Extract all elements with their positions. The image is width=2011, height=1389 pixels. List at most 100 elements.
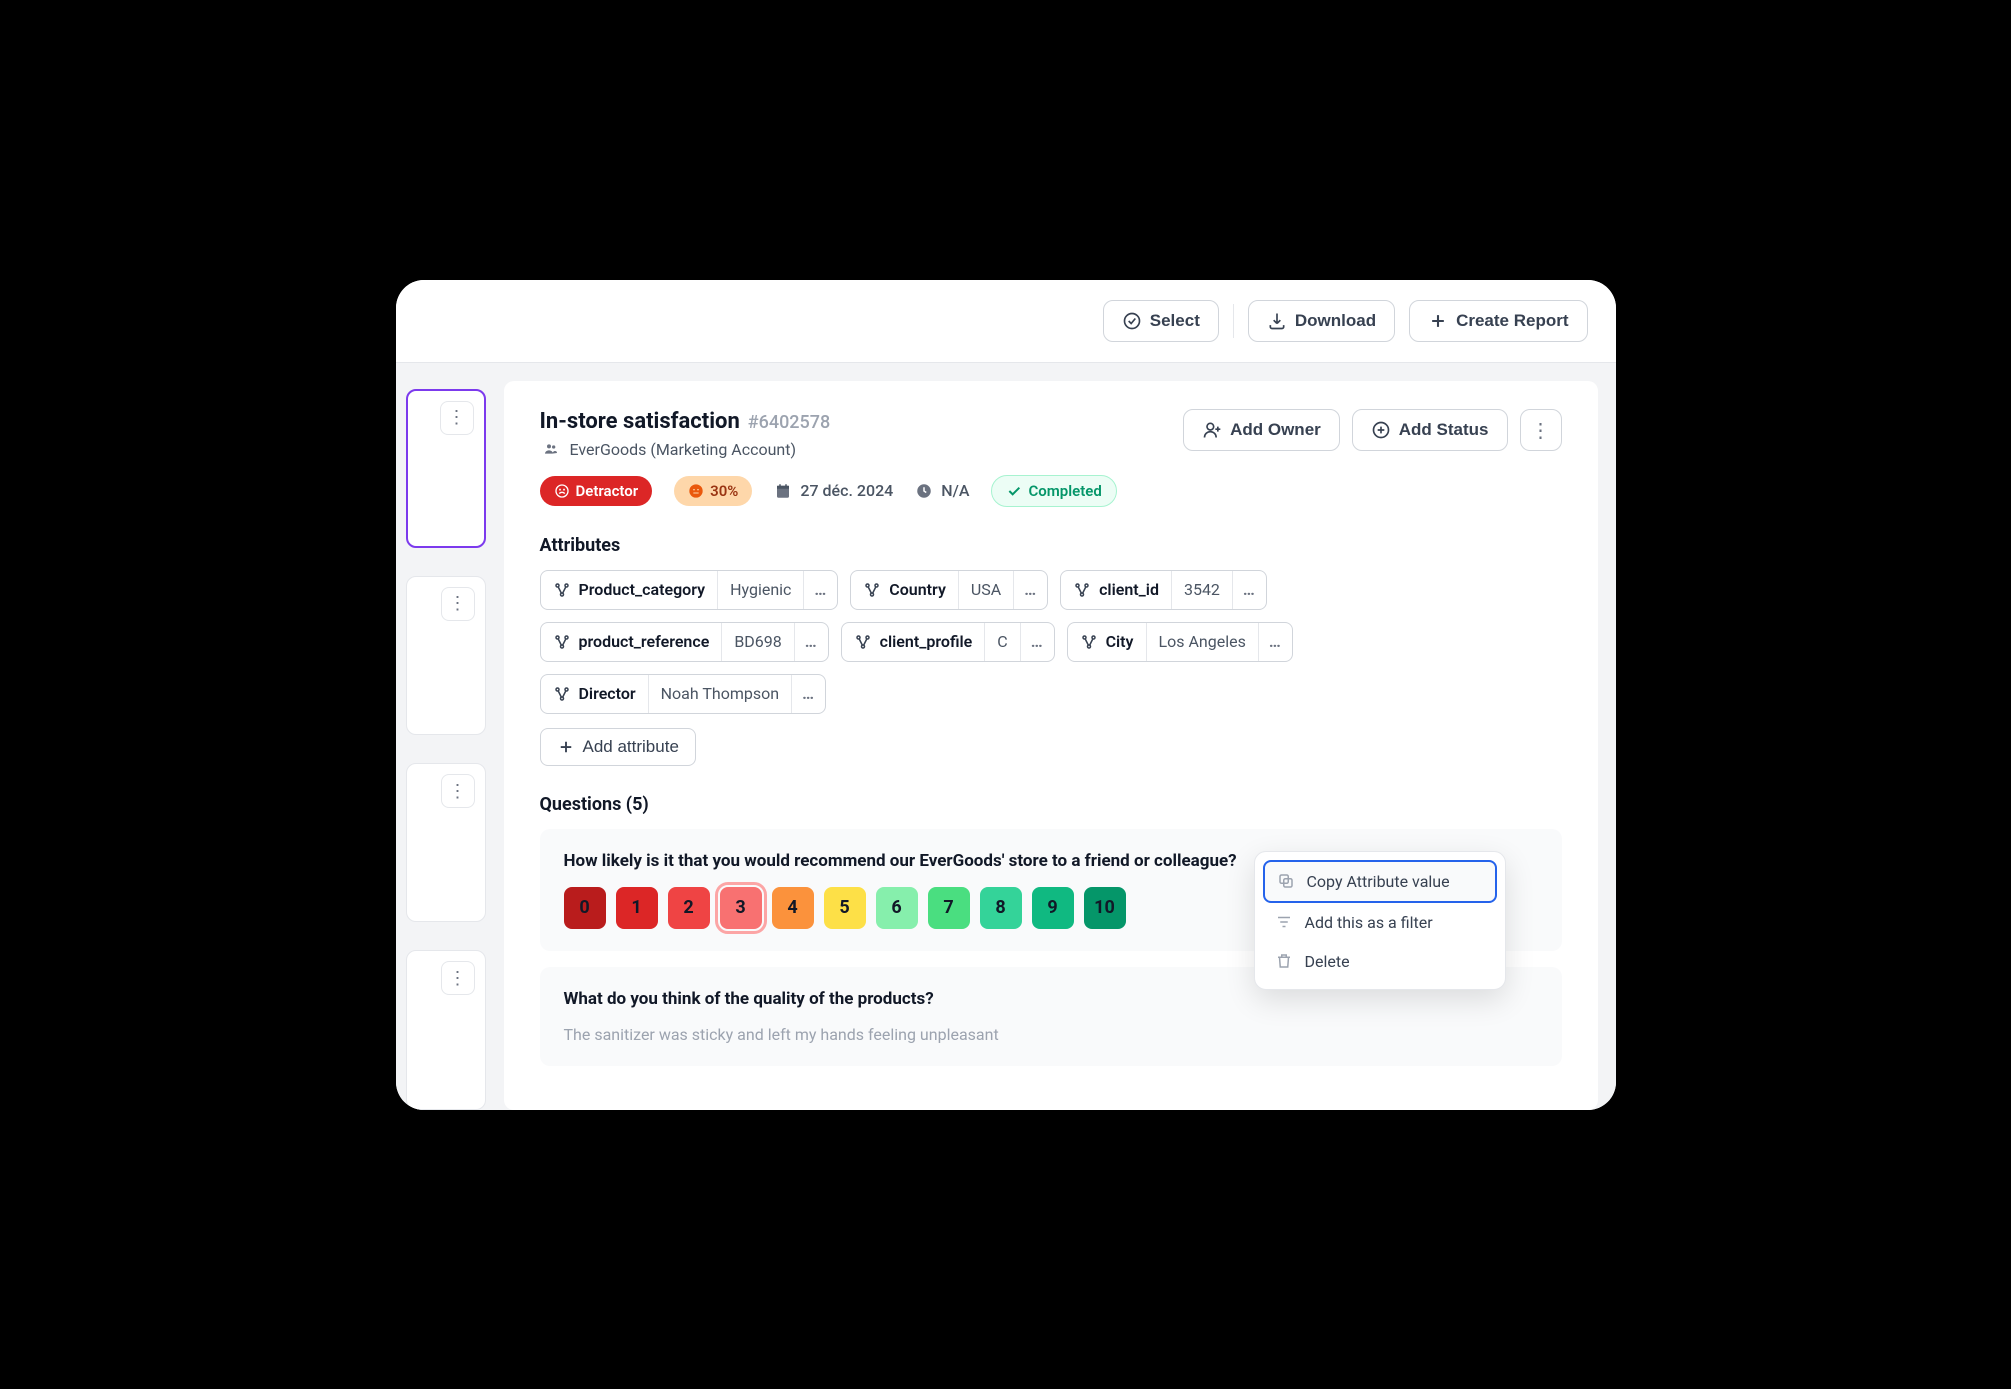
neutral-face-icon <box>688 483 704 499</box>
attribute-more-button[interactable]: … <box>1013 571 1047 609</box>
detail-header: In-store satisfaction #6402578 EverGoods… <box>540 409 1562 459</box>
attribute-more-button[interactable]: … <box>791 675 825 713</box>
detractor-label: Detractor <box>576 482 639 500</box>
check-circle-icon <box>1122 311 1142 331</box>
attribute-chip: client_profileC… <box>841 622 1055 662</box>
side-card[interactable]: ⋮ <box>406 576 486 735</box>
attribute-value: BD698 <box>721 623 793 661</box>
title-block: In-store satisfaction #6402578 EverGoods… <box>540 409 831 459</box>
toolbar-divider <box>1233 304 1234 338</box>
plus-icon <box>557 738 575 756</box>
nps-option-1[interactable]: 1 <box>616 887 658 929</box>
attribute-value: 3542 <box>1171 571 1232 609</box>
detail-panel: In-store satisfaction #6402578 EverGoods… <box>504 381 1598 1110</box>
attribute-chip: client_id3542… <box>1060 570 1267 610</box>
add-status-button[interactable]: Add Status <box>1352 409 1508 451</box>
create-report-label: Create Report <box>1456 311 1568 331</box>
date-value: 27 déc. 2024 <box>800 481 893 500</box>
completed-badge: Completed <box>991 475 1116 507</box>
card-more-button[interactable]: ⋮ <box>441 961 475 995</box>
plus-circle-icon <box>1371 420 1391 440</box>
attribute-more-button[interactable]: … <box>794 623 828 661</box>
attribute-chip: DirectorNoah Thompson… <box>540 674 826 714</box>
attribute-chip: product_referenceBD698… <box>540 622 829 662</box>
na-meta: N/A <box>915 481 969 500</box>
page-title: In-store satisfaction <box>540 409 740 434</box>
nps-option-0[interactable]: 0 <box>564 887 606 929</box>
download-label: Download <box>1295 311 1376 331</box>
menu-copy-value[interactable]: Copy Attribute value <box>1263 860 1497 903</box>
date-meta: 27 déc. 2024 <box>774 481 893 500</box>
menu-delete-label: Delete <box>1305 952 1350 971</box>
add-attribute-button[interactable]: Add attribute <box>540 728 696 766</box>
attribute-value: C <box>984 623 1019 661</box>
attribute-context-menu: Copy Attribute value Add this as a filte… <box>1254 851 1506 990</box>
attribute-key: Country <box>851 571 958 609</box>
account-subtitle: EverGoods (Marketing Account) <box>540 440 831 459</box>
attribute-key: client_id <box>1061 571 1171 609</box>
attribute-chip: Product_categoryHygienic… <box>540 570 839 610</box>
add-status-label: Add Status <box>1399 420 1489 440</box>
header-actions: Add Owner Add Status ⋮ <box>1183 409 1561 451</box>
score-badge: 30% <box>674 476 752 506</box>
more-actions-button[interactable]: ⋮ <box>1520 409 1562 451</box>
card-more-button[interactable]: ⋮ <box>441 587 475 621</box>
side-card-active[interactable]: ⋮ <box>406 389 486 548</box>
nps-option-4[interactable]: 4 <box>772 887 814 929</box>
calendar-icon <box>774 482 792 500</box>
add-owner-label: Add Owner <box>1230 420 1321 440</box>
filter-icon <box>1275 913 1293 931</box>
attribute-more-button[interactable]: … <box>1232 571 1266 609</box>
nps-option-7[interactable]: 7 <box>928 887 970 929</box>
side-card[interactable]: ⋮ <box>406 950 486 1109</box>
attribute-key: City <box>1068 623 1146 661</box>
account-name: EverGoods (Marketing Account) <box>570 440 797 459</box>
attribute-key: product_reference <box>541 623 722 661</box>
nps-option-3[interactable]: 3 <box>720 887 762 929</box>
attribute-value: Hygienic <box>717 571 803 609</box>
group-icon <box>540 441 562 457</box>
nps-option-6[interactable]: 6 <box>876 887 918 929</box>
card-more-button[interactable]: ⋮ <box>440 401 474 435</box>
check-icon <box>1006 483 1022 499</box>
menu-filter-label: Add this as a filter <box>1305 913 1433 932</box>
score-value: 30% <box>710 482 738 500</box>
attributes-title: Attributes <box>540 535 1562 556</box>
nps-option-10[interactable]: 10 <box>1084 887 1126 929</box>
attribute-more-button[interactable]: … <box>803 571 837 609</box>
nps-option-8[interactable]: 8 <box>980 887 1022 929</box>
add-owner-button[interactable]: Add Owner <box>1183 409 1340 451</box>
answer-preview: The sanitizer was sticky and left my han… <box>564 1025 1538 1044</box>
attribute-key: Product_category <box>541 571 718 609</box>
top-toolbar: Select Download Create Report <box>396 280 1616 363</box>
question-text: What do you think of the quality of the … <box>564 989 1538 1009</box>
download-button[interactable]: Download <box>1248 300 1395 342</box>
menu-copy-label: Copy Attribute value <box>1307 872 1450 891</box>
download-icon <box>1267 311 1287 331</box>
trash-icon <box>1275 952 1293 970</box>
attribute-more-button[interactable]: … <box>1020 623 1054 661</box>
select-button[interactable]: Select <box>1103 300 1219 342</box>
create-report-button[interactable]: Create Report <box>1409 300 1587 342</box>
nps-option-5[interactable]: 5 <box>824 887 866 929</box>
questions-title: Questions (5) <box>540 794 1562 815</box>
nps-option-9[interactable]: 9 <box>1032 887 1074 929</box>
nps-option-2[interactable]: 2 <box>668 887 710 929</box>
attribute-more-button[interactable]: … <box>1258 623 1292 661</box>
select-label: Select <box>1150 311 1200 331</box>
attribute-chip: CountryUSA… <box>850 570 1048 610</box>
card-more-button[interactable]: ⋮ <box>441 774 475 808</box>
plus-icon <box>1428 311 1448 331</box>
menu-delete[interactable]: Delete <box>1263 942 1497 981</box>
meta-row: Detractor 30% 27 déc. 2024 N/A Completed <box>540 475 1562 507</box>
na-value: N/A <box>941 481 969 500</box>
app-window: Select Download Create Report ⋮ ⋮ ⋮ ⋮ <box>396 280 1616 1110</box>
detractor-badge: Detractor <box>540 476 653 506</box>
attributes-grid: Product_categoryHygienic…CountryUSA…clie… <box>540 570 1562 714</box>
side-card[interactable]: ⋮ <box>406 763 486 922</box>
completed-label: Completed <box>1028 482 1101 500</box>
attribute-value: Los Angeles <box>1146 623 1258 661</box>
menu-add-filter[interactable]: Add this as a filter <box>1263 903 1497 942</box>
attribute-value: USA <box>958 571 1013 609</box>
body-area: ⋮ ⋮ ⋮ ⋮ In-store satisfaction #6402578 <box>396 363 1616 1110</box>
